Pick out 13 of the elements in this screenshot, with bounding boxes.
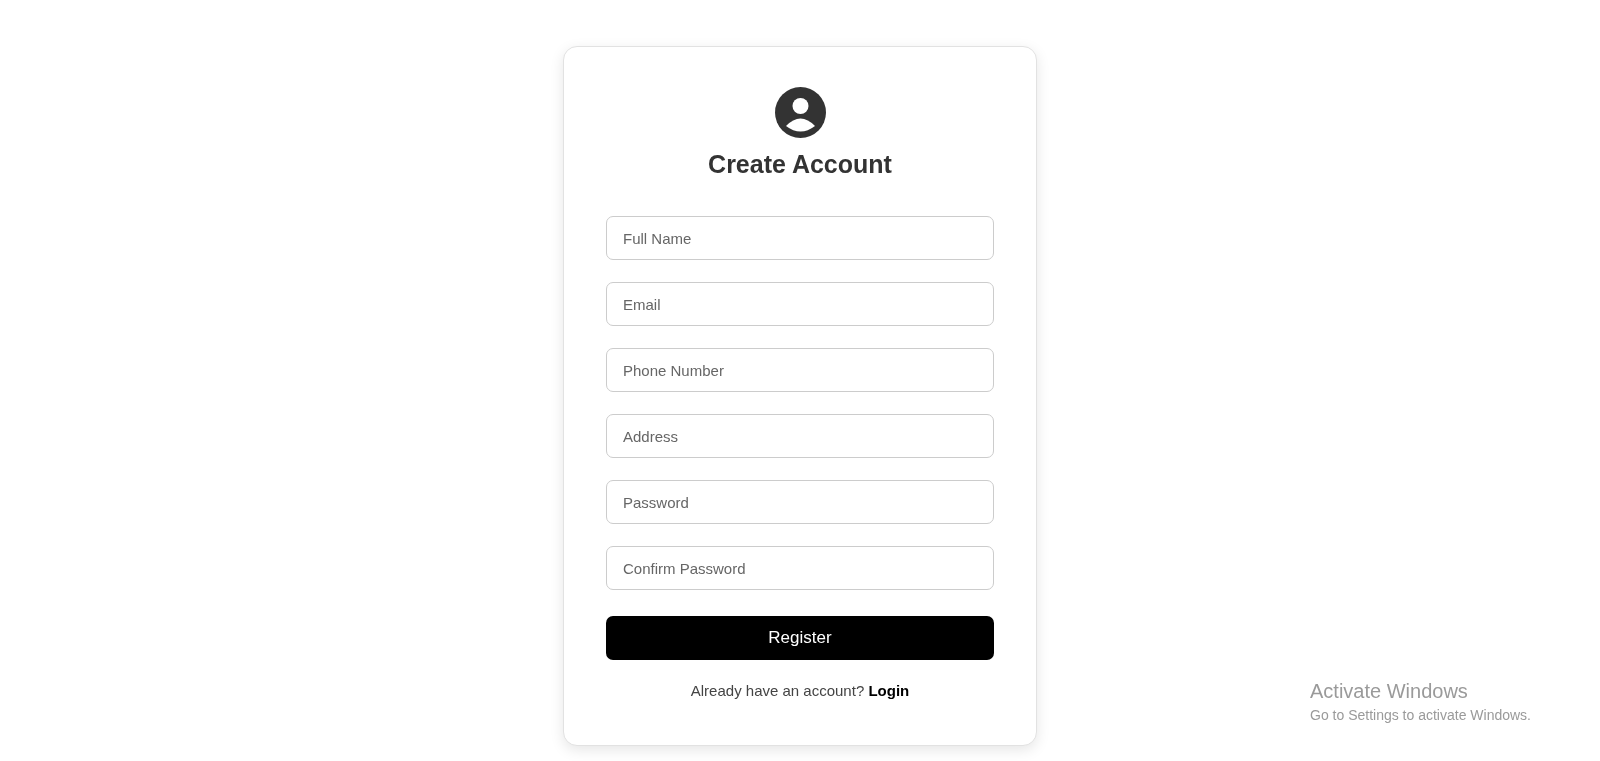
login-prompt: Already have an account? Login [690,682,910,699]
input-field[interactable]: Full Name [606,216,994,260]
activation-hint: Go to Settings to activate Windows. [1310,707,1531,723]
input-field[interactable]: Phone Number [606,348,994,392]
input-field[interactable]: Address [606,414,994,458]
input-field[interactable]: Email [606,282,994,326]
register-button[interactable]: Register [606,616,994,660]
login-link[interactable]: Login [868,682,910,699]
form-title: Create Account [708,150,892,179]
user-avatar-icon [774,87,826,138]
activation-title: Activate Windows [1310,680,1469,703]
input-field[interactable]: Confirm Password [606,546,994,590]
input-field[interactable]: Password [606,480,994,524]
